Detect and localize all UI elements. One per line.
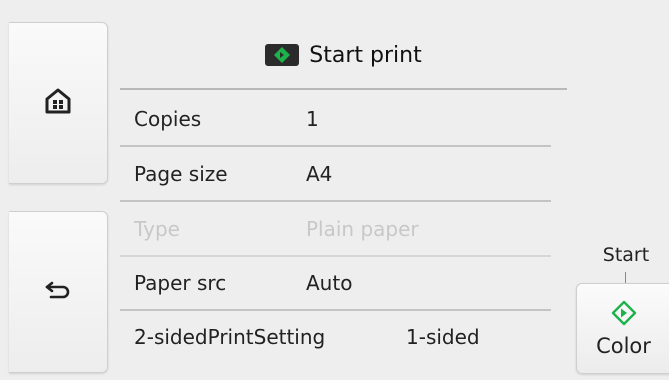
setting-value: Plain paper (306, 216, 419, 241)
home-icon (44, 87, 72, 119)
start-label: Start (602, 244, 650, 266)
setting-row-paper-src[interactable]: Paper src Auto (120, 256, 551, 311)
setting-row-copies[interactable]: Copies 1 (120, 92, 551, 147)
setting-value: 1-sided (406, 324, 480, 349)
setting-label: Page size (134, 161, 228, 186)
color-start-button[interactable]: Color (576, 283, 669, 374)
home-button[interactable] (9, 22, 108, 184)
back-arrow-icon (45, 279, 71, 305)
title-bar: Start print (120, 22, 567, 90)
setting-value: Auto (306, 270, 353, 295)
setting-label: Paper src (134, 270, 227, 295)
setting-row-2-sided[interactable]: 2-sidedPrintSetting 1-sided (120, 310, 551, 363)
color-button-label: Color (596, 333, 651, 358)
setting-label: Copies (134, 106, 202, 131)
page-title: Start print (309, 42, 422, 68)
setting-row-type: Type Plain paper (120, 202, 551, 257)
setting-value: 1 (306, 106, 319, 131)
setting-label: 2-sidedPrintSetting (134, 324, 326, 349)
start-diamond-icon (265, 44, 300, 66)
back-button[interactable] (9, 211, 108, 373)
print-settings-screen: Start print Copies 1 Page size A4 Type P… (0, 0, 669, 380)
setting-label: Type (134, 216, 180, 241)
setting-row-page-size[interactable]: Page size A4 (120, 147, 551, 202)
start-diamond-icon (611, 300, 637, 330)
settings-panel: Start print Copies 1 Page size A4 Type P… (108, 0, 579, 380)
setting-value: A4 (306, 161, 333, 186)
